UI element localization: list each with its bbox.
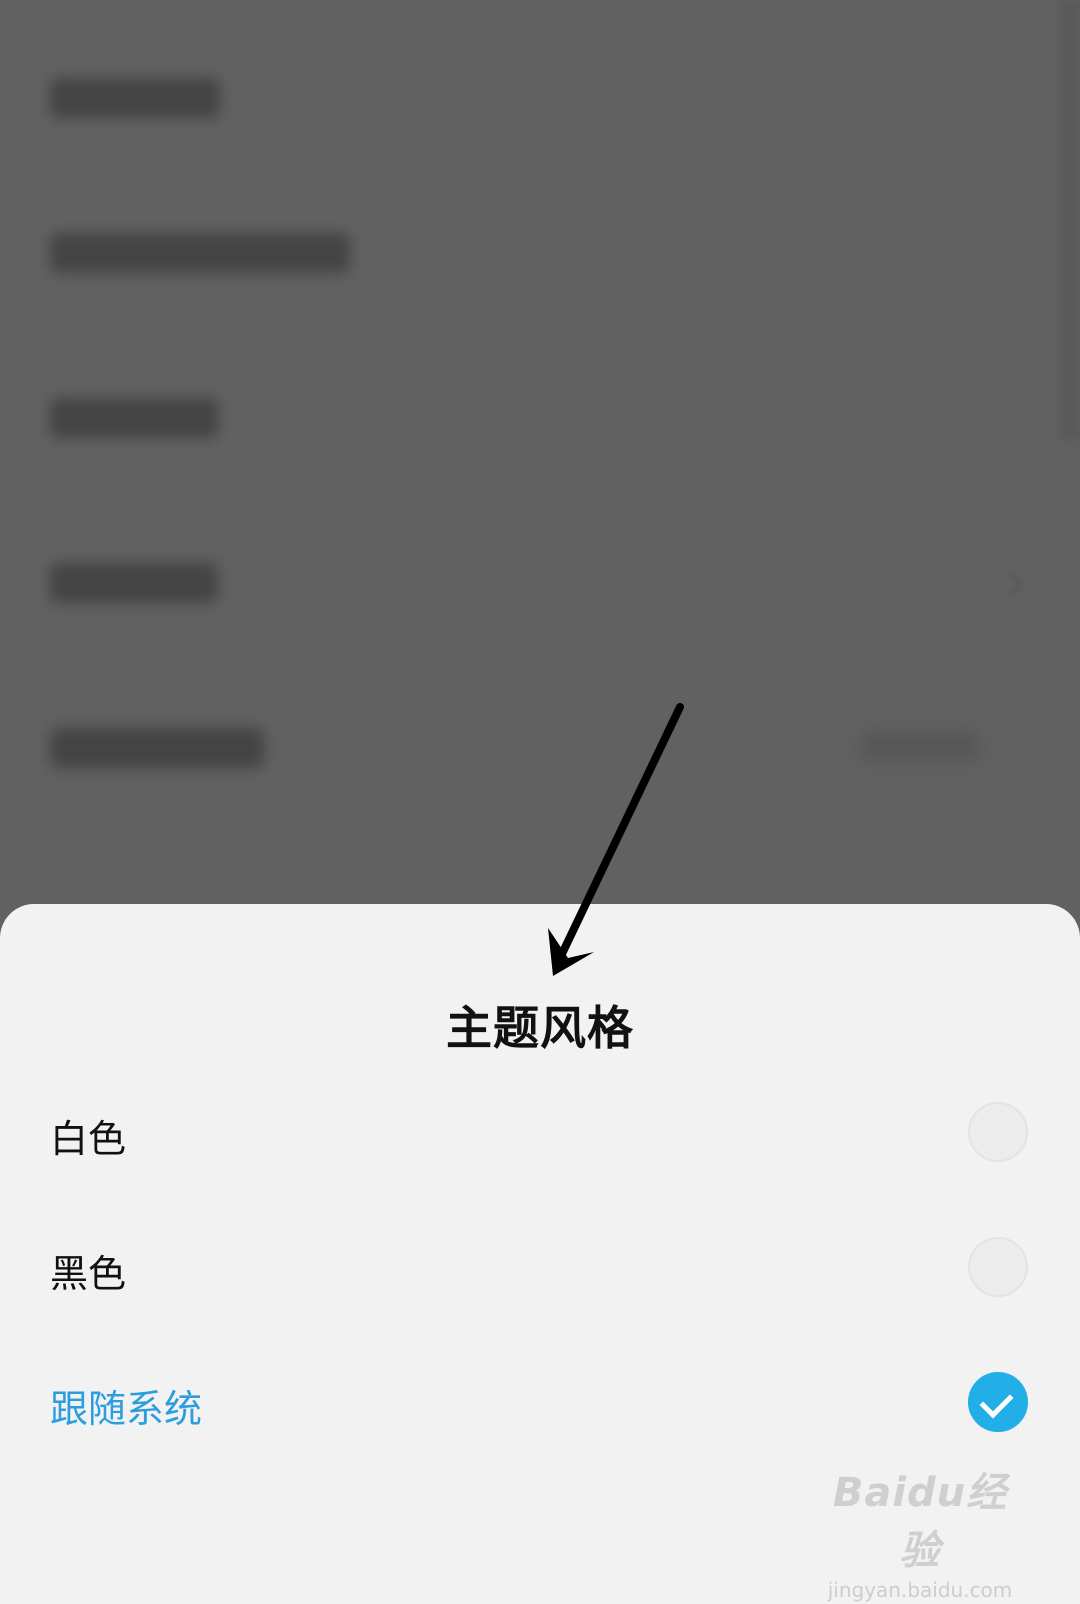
scrollbar (1060, 0, 1080, 440)
blurred-value (860, 732, 980, 762)
baidu-jingyan-watermark: Baidu经验 jingyan.baidu.com (820, 1460, 1020, 1602)
blurred-row (0, 10, 1080, 170)
blurred-row (0, 505, 1080, 665)
background-settings-list (0, 0, 1080, 930)
radio-button-checked[interactable] (968, 1372, 1028, 1432)
option-label: 黑色 (50, 1252, 127, 1296)
option-black[interactable]: 黑色 (0, 1209, 1080, 1329)
watermark-logo: Baidu经验 (832, 1470, 1008, 1574)
checkmark-icon (979, 1384, 1014, 1419)
blurred-label (50, 398, 218, 438)
sheet-title: 主题风格 (446, 1001, 634, 1055)
blurred-row (0, 175, 1080, 335)
blurred-label (50, 233, 350, 273)
watermark-url: jingyan.baidu.com (827, 1578, 1013, 1602)
blurred-row (0, 670, 1080, 830)
option-white[interactable]: 白色 (0, 1074, 1080, 1194)
radio-button[interactable] (968, 1102, 1028, 1162)
option-follow-system[interactable]: 跟随系统 (0, 1344, 1080, 1464)
chevron-right-icon (997, 571, 1024, 598)
blurred-row (0, 340, 1080, 500)
option-label: 跟随系统 (50, 1387, 203, 1431)
blurred-label (50, 728, 264, 768)
blurred-label (50, 563, 218, 603)
option-label: 白色 (50, 1117, 127, 1161)
blurred-label (50, 78, 220, 118)
radio-button[interactable] (968, 1237, 1028, 1297)
